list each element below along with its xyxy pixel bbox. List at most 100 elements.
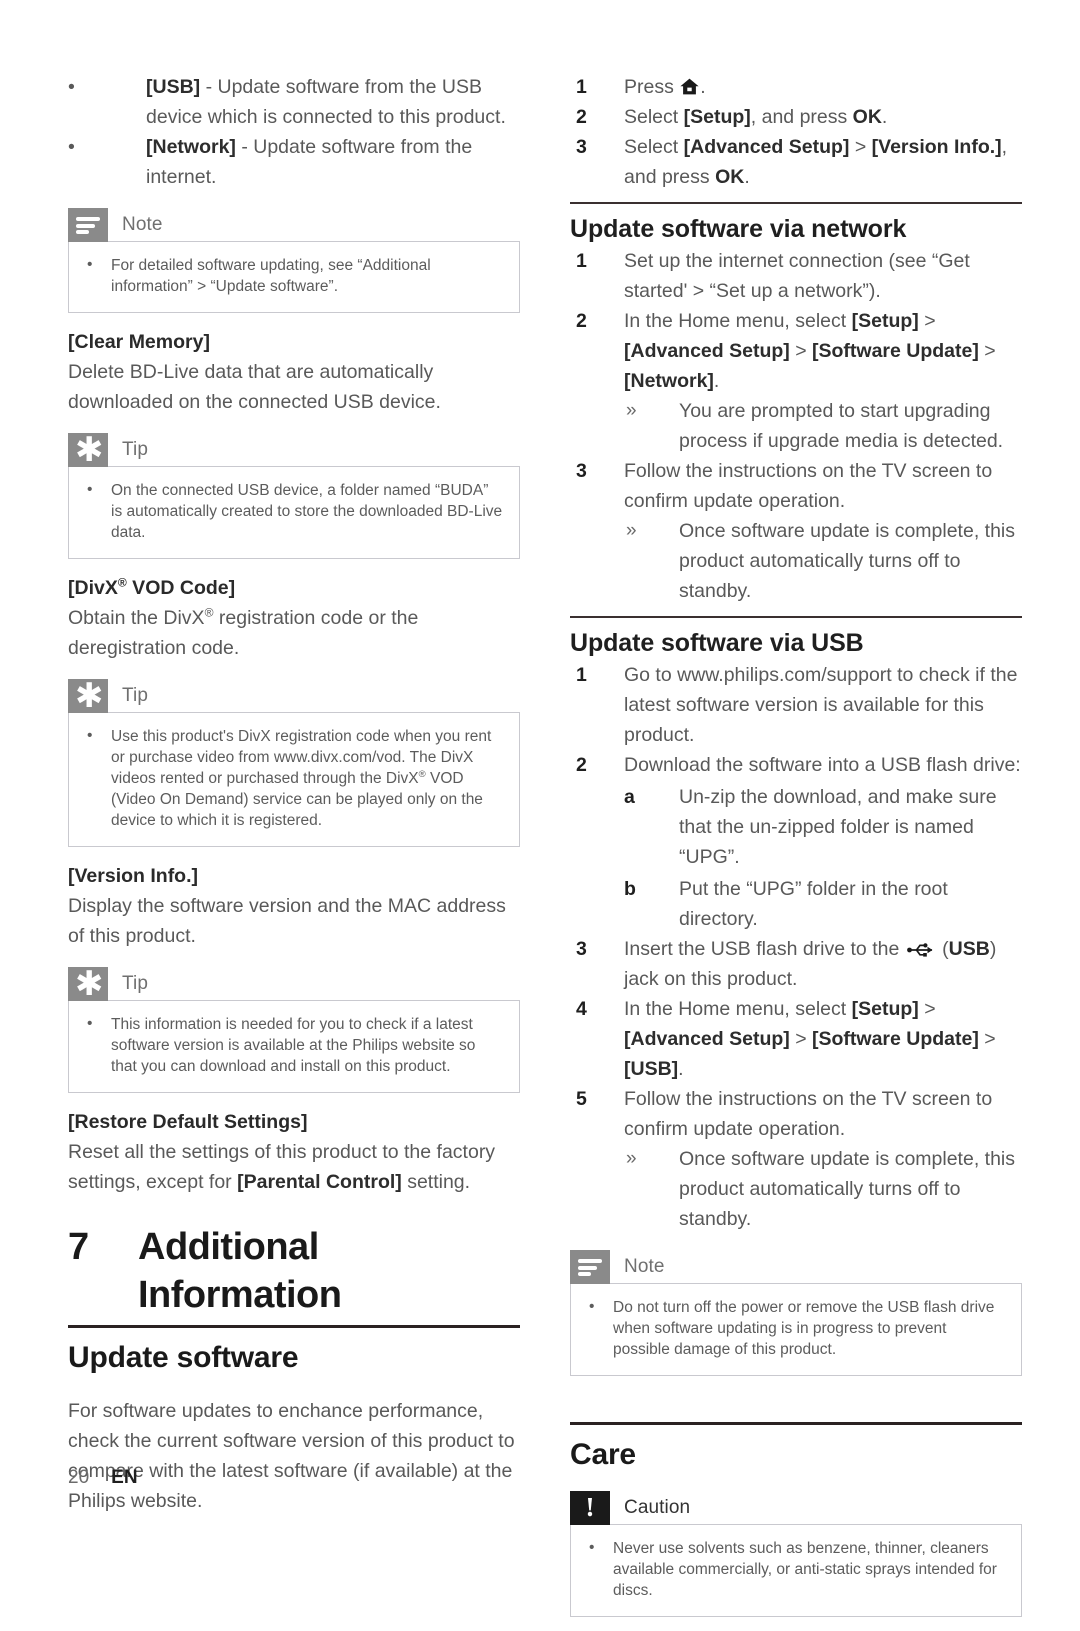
note-callout-2: Note • Do not turn off the power or remov… [570,1250,1022,1376]
term-divx-vod-code: [DivX® VOD Code] [68,573,520,603]
step-text: Download the software into a USB flash d… [624,754,1021,776]
bullet-glyph: • [68,136,75,158]
menu-advanced-setup: [Advanced Setup] [624,1028,790,1050]
term-restore-defaults: [Restore Default Settings] [68,1111,308,1133]
result-text: Once software update is complete, this p… [679,520,1016,602]
substep-text: Un-zip the download, and make sure that … [679,786,997,868]
menu-advanced-setup: [Advanced Setup] [624,340,790,362]
step-sep: > [789,340,813,362]
step-text-post: . [700,76,706,98]
callout-body: • This information is needed for you to c… [68,1000,520,1093]
step-text-mid: ( [936,938,949,960]
chevron-double-right-icon: » [626,400,637,421]
list-item: 2 Select [Setup], and press OK. [570,102,1022,132]
callout-list: • Use this product's DivX registration co… [83,726,503,831]
callout-list: • Do not turn off the power or remove the… [585,1297,1005,1360]
home-icon [680,74,699,95]
step-text-pre: In the Home menu, select [624,310,852,332]
section-divider-network [570,202,1022,204]
page-number: 20 [68,1467,90,1488]
step-result: » Once software update is complete, this … [624,1144,1022,1234]
menu-usb: [USB] [624,1058,679,1080]
list-item: • [Network] - Update software from the in… [68,132,520,192]
tip-icon-asterisk: ✱ [75,676,104,716]
description-divx-vod: Obtain the DivX® registration code or th… [68,603,520,663]
callout-header: Note [68,208,520,242]
software-update-options-list: • [USB] - Update software from the USB de… [68,72,520,192]
menu-software-update: [Software Update] [812,1028,979,1050]
substep-label: a [624,786,635,808]
callout-body: • Never use solvents such as benzene, thi… [570,1524,1022,1617]
registered-mark: ® [117,575,127,590]
chevron-double-right-icon: » [626,1148,637,1169]
list-item: • Never use solvents such as benzene, thi… [585,1538,1005,1601]
chapter-divider [68,1325,520,1328]
tip-callout-1: ✱ Tip • On the connected USB device, a fo… [68,433,520,559]
caution-icon-exclamation: ! [585,1492,595,1522]
callout-header: ✱ Tip [68,967,520,1001]
list-item: 1 Press . [570,72,1022,102]
list-item: 1 Set up the internet connection (see “Ge… [570,246,1022,306]
usb-update-steps: 1 Go to www.philips.com/support to check … [570,660,1022,1234]
list-item: b Put the “UPG” folder in the root direct… [624,874,1022,934]
callout-header: ✱ Tip [68,679,520,713]
language-code: EN [111,1467,138,1488]
tip-icon-asterisk: ✱ [75,430,104,470]
step-number: 2 [576,310,587,332]
list-item: a Un-zip the download, and make sure that… [624,782,1022,872]
bullet-glyph: • [589,1539,595,1556]
chapter-heading: 7 Additional Information [68,1223,520,1319]
term-divx-post: VOD Code] [126,577,236,599]
step-text-pre: Press [624,76,680,98]
menu-setup: [Setup] [683,106,751,128]
restore-defaults-block: [Restore Default Settings] Reset all the… [68,1107,520,1197]
bullet-glyph: • [87,1015,93,1032]
step-number: 1 [576,76,587,98]
chevron-double-right-icon: » [626,520,637,541]
caution-callout: ! Caution • Never use solvents such as be… [570,1491,1022,1617]
step-number: 1 [576,250,587,272]
usb-label: USB [948,938,990,960]
step-text-mid: , and press [750,106,853,128]
step-text-post: . [713,370,720,392]
option-label-usb: [USB] [146,76,201,98]
bullet-glyph: • [87,256,93,273]
list-item: 4 In the Home menu, select [Setup] > [Adv… [570,994,1022,1084]
step-sep: > [918,310,936,332]
step-result: » You are prompted to start upgrading pro… [624,396,1022,456]
step-number: 2 [576,754,587,776]
step-result: » Once software update is complete, this … [624,516,1022,606]
note-icon-bars [578,1259,602,1276]
bullet-glyph: • [87,481,93,498]
step-number: 5 [576,1088,587,1110]
step-text-post: . [881,106,888,128]
result-text: Once software update is complete, this p… [679,1148,1016,1230]
term-version-info: [Version Info.] [68,865,199,887]
result-text: You are prompted to start upgrading proc… [679,400,1004,452]
callout-header: Note [570,1250,1022,1284]
step-text: Set up the internet connection (see “Get… [624,250,970,302]
list-item: 3 Insert the USB flash drive to the (USB)… [570,934,1022,994]
manual-page: • [USB] - Update software from the USB de… [0,0,1080,1617]
step-sep: > [789,1028,813,1050]
bullet-glyph: • [589,1298,595,1315]
term-clear-memory: [Clear Memory] [68,331,210,353]
callout-body: • Do not turn off the power or remove the… [570,1283,1022,1376]
caution-text: Never use solvents such as benzene, thin… [613,1540,997,1599]
section-heading-care: Care [570,1438,636,1471]
caution-icon: ! [570,1491,610,1525]
parental-control-term: [Parental Control] [237,1171,402,1193]
description-clear-memory: Delete BD-Live data that are automatical… [68,361,441,413]
step-text: Go to www.philips.com/support to check i… [624,664,1018,746]
tip-icon: ✱ [68,967,108,1001]
step-number: 3 [576,938,587,960]
desc-divx-pre: Obtain the DivX [68,607,205,629]
desc-restore-post: setting. [401,1171,471,1193]
note-icon [68,208,108,242]
section-divider-care [570,1422,1022,1425]
list-item: 2 In the Home menu, select [Setup] > [Adv… [570,306,1022,456]
list-item: 1 Go to www.philips.com/support to check … [570,660,1022,750]
callout-list: • Never use solvents such as benzene, thi… [585,1538,1005,1601]
callout-title: Tip [122,685,148,706]
menu-software-update: [Software Update] [812,340,979,362]
